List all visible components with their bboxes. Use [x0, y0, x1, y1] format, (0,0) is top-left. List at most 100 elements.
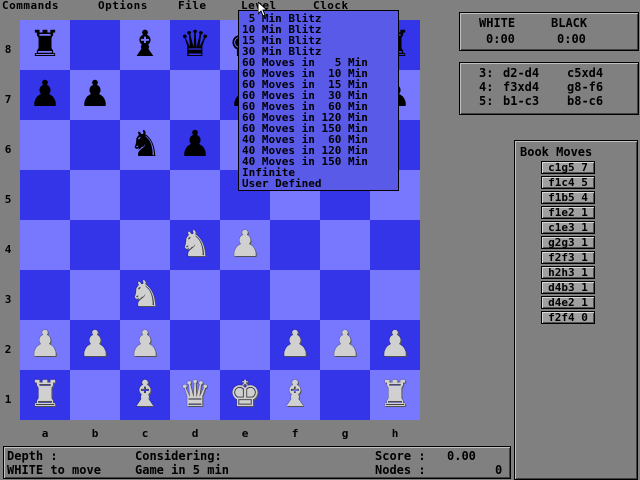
square-d2[interactable] [170, 320, 220, 370]
menu-file[interactable]: File [178, 0, 207, 12]
black-pawn-icon[interactable]: ♟ [20, 70, 70, 120]
black-rook-icon[interactable]: ♜ [20, 20, 70, 70]
black-clock-label: BLACK [551, 16, 588, 30]
white-bishop-icon[interactable]: ♝ [270, 370, 320, 420]
rank-label-5: 5 [4, 193, 12, 206]
square-d3[interactable] [170, 270, 220, 320]
book-move-button[interactable]: f1c4 5 [541, 176, 595, 189]
square-g4[interactable] [320, 220, 370, 270]
square-g3[interactable] [320, 270, 370, 320]
white-rook-icon[interactable]: ♜ [370, 370, 420, 420]
white-pawn-icon[interactable]: ♟ [270, 320, 320, 370]
move-black: c5xd4 [567, 66, 604, 80]
square-c4[interactable] [120, 220, 170, 270]
book-move-button[interactable]: h2h3 1 [541, 266, 595, 279]
book-move-button[interactable]: f2f4 0 [541, 311, 595, 324]
square-h4[interactable] [370, 220, 420, 270]
book-move-button[interactable]: c1e3 1 [541, 221, 595, 234]
file-label-h: h [391, 427, 399, 440]
rank-label-6: 6 [4, 143, 12, 156]
white-knight-icon[interactable]: ♞ [120, 270, 170, 320]
menu-options[interactable]: Options [98, 0, 148, 12]
white-knight-icon[interactable]: ♞ [170, 220, 220, 270]
depth-label: Depth : [7, 449, 58, 463]
rank-label-1: 1 [4, 393, 12, 406]
square-b5[interactable] [70, 170, 120, 220]
square-b8[interactable] [70, 20, 120, 70]
move-black: b8-c6 [567, 94, 604, 108]
book-move-button[interactable]: c1g5 7 [541, 161, 595, 174]
square-b4[interactable] [70, 220, 120, 270]
white-pawn-icon[interactable]: ♟ [220, 220, 270, 270]
white-clock-time: 0:00 [486, 32, 515, 46]
side-to-move: WHITE to move [7, 463, 101, 477]
black-pawn-icon[interactable]: ♟ [70, 70, 120, 120]
square-g1[interactable] [320, 370, 370, 420]
book-move-button[interactable]: g2g3 1 [541, 236, 595, 249]
move-white: d2-d4 [503, 66, 540, 80]
level-dropdown-menu: 5 Min Blitz 10 Min Blitz 15 Min Blitz 30 Mi… [238, 10, 399, 191]
status-panel: Depth : Considering: Score : 0.00 WHITE … [3, 446, 511, 479]
square-d5[interactable] [170, 170, 220, 220]
move-list-panel: 3: d2-d4 c5xd4 4: f3xd4 g8-f6 5: b1-c3 b8-c6 [459, 62, 639, 115]
white-pawn-icon[interactable]: ♟ [20, 320, 70, 370]
square-a3[interactable] [20, 270, 70, 320]
mouse-pointer-icon [258, 2, 268, 17]
white-rook-icon[interactable]: ♜ [20, 370, 70, 420]
file-label-d: d [191, 427, 199, 440]
white-pawn-icon[interactable]: ♟ [70, 320, 120, 370]
move-num: 3: [479, 66, 494, 80]
square-b1[interactable] [70, 370, 120, 420]
black-queen-icon[interactable]: ♛ [170, 20, 220, 70]
white-bishop-icon[interactable]: ♝ [120, 370, 170, 420]
square-a4[interactable] [20, 220, 70, 270]
white-king-icon[interactable]: ♚ [220, 370, 270, 420]
white-pawn-icon[interactable]: ♟ [370, 320, 420, 370]
white-queen-icon[interactable]: ♛ [170, 370, 220, 420]
white-pawn-icon[interactable]: ♟ [120, 320, 170, 370]
rank-label-3: 3 [4, 293, 12, 306]
book-moves-title: Book Moves [520, 145, 593, 159]
file-label-c: c [141, 427, 149, 440]
file-label-a: a [41, 427, 49, 440]
square-e2[interactable] [220, 320, 270, 370]
rank-label-7: 7 [4, 93, 12, 106]
move-num: 5: [479, 94, 494, 108]
level-menu-item[interactable]: User Defined [242, 178, 321, 189]
move-white: f3xd4 [503, 80, 540, 94]
move-num: 4: [479, 80, 494, 94]
square-d7[interactable] [170, 70, 220, 120]
white-clock-label: WHITE [479, 16, 516, 30]
square-h3[interactable] [370, 270, 420, 320]
game-type: Game in 5 min [135, 463, 229, 477]
book-move-button[interactable]: f1e2 1 [541, 206, 595, 219]
square-c7[interactable] [120, 70, 170, 120]
file-label-e: e [241, 427, 249, 440]
menu-commands[interactable]: Commands [2, 0, 59, 12]
square-b6[interactable] [70, 120, 120, 170]
black-bishop-icon[interactable]: ♝ [120, 20, 170, 70]
square-c5[interactable] [120, 170, 170, 220]
book-move-button[interactable]: d4e2 1 [541, 296, 595, 309]
square-e3[interactable] [220, 270, 270, 320]
black-pawn-icon[interactable]: ♟ [170, 120, 220, 170]
nodes-label: Nodes : [375, 463, 426, 477]
square-f3[interactable] [270, 270, 320, 320]
clock-panel: WHITE BLACK 0:00 0:00 [459, 12, 639, 51]
file-label-g: g [341, 427, 349, 440]
square-a5[interactable] [20, 170, 70, 220]
nodes-value: 0 [495, 463, 503, 477]
book-move-button[interactable]: f2f3 1 [541, 251, 595, 264]
square-a6[interactable] [20, 120, 70, 170]
rank-label-8: 8 [4, 43, 12, 56]
white-pawn-icon[interactable]: ♟ [320, 320, 370, 370]
book-move-button[interactable]: d4b3 1 [541, 281, 595, 294]
square-b3[interactable] [70, 270, 120, 320]
square-f4[interactable] [270, 220, 320, 270]
book-move-button[interactable]: f1b5 4 [541, 191, 595, 204]
rank-label-4: 4 [4, 243, 12, 256]
file-label-b: b [91, 427, 99, 440]
file-label-f: f [291, 427, 299, 440]
black-clock-time: 0:00 [557, 32, 586, 46]
black-knight-icon[interactable]: ♞ [120, 120, 170, 170]
